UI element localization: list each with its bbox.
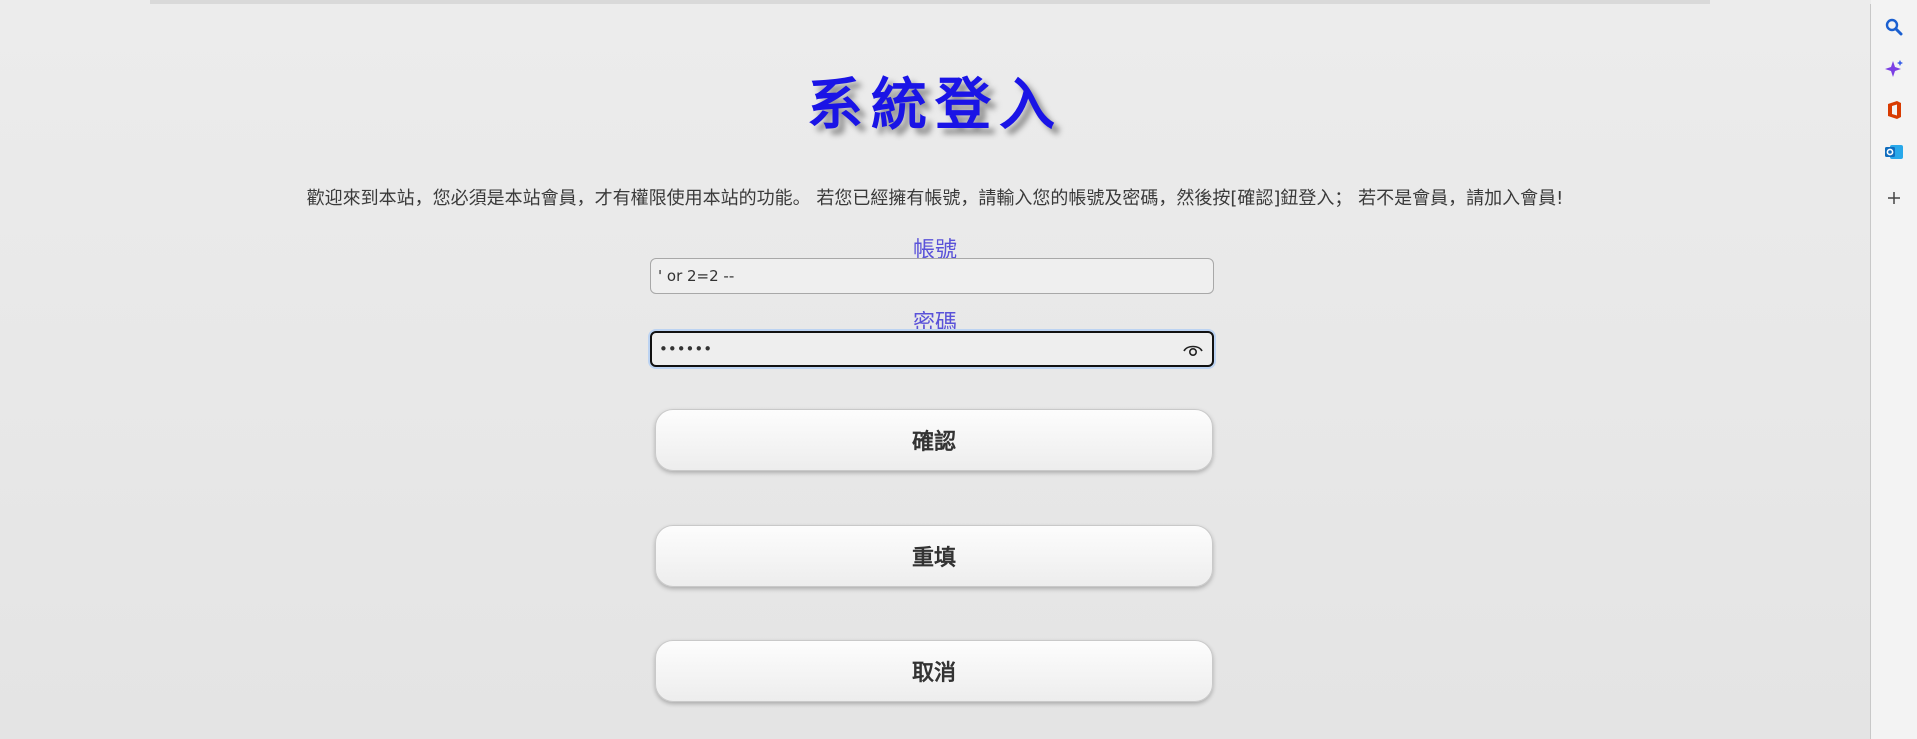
- search-icon[interactable]: [1883, 16, 1905, 38]
- login-page: 系統登入 歡迎來到本站，您必須是本站會員，才有權限使用本站的功能。 若您已經擁有…: [0, 4, 1871, 739]
- confirm-button[interactable]: 確認: [655, 409, 1213, 471]
- password-input[interactable]: ••••••: [650, 331, 1214, 367]
- outlook-icon[interactable]: [1883, 141, 1905, 163]
- reset-button[interactable]: 重填: [655, 525, 1213, 587]
- office-icon[interactable]: [1883, 99, 1905, 121]
- browser-viewport: 系統登入 歡迎來到本站，您必須是本站會員，才有權限使用本站的功能。 若您已經擁有…: [0, 0, 1917, 739]
- plus-icon[interactable]: [1883, 187, 1905, 209]
- page-title: 系統登入: [807, 72, 1063, 138]
- copilot-sparkle-icon[interactable]: [1883, 58, 1905, 80]
- welcome-message: 歡迎來到本站，您必須是本站會員，才有權限使用本站的功能。 若您已經擁有帳號，請輸…: [306, 188, 1564, 209]
- account-input[interactable]: ' or 2=2 --: [650, 258, 1214, 294]
- browser-sidebar: [1871, 0, 1917, 739]
- show-password-eye-icon[interactable]: [1182, 341, 1204, 359]
- password-input-value: ••••••: [659, 340, 713, 358]
- account-input-value: ' or 2=2 --: [658, 267, 735, 285]
- cancel-button[interactable]: 取消: [655, 640, 1213, 702]
